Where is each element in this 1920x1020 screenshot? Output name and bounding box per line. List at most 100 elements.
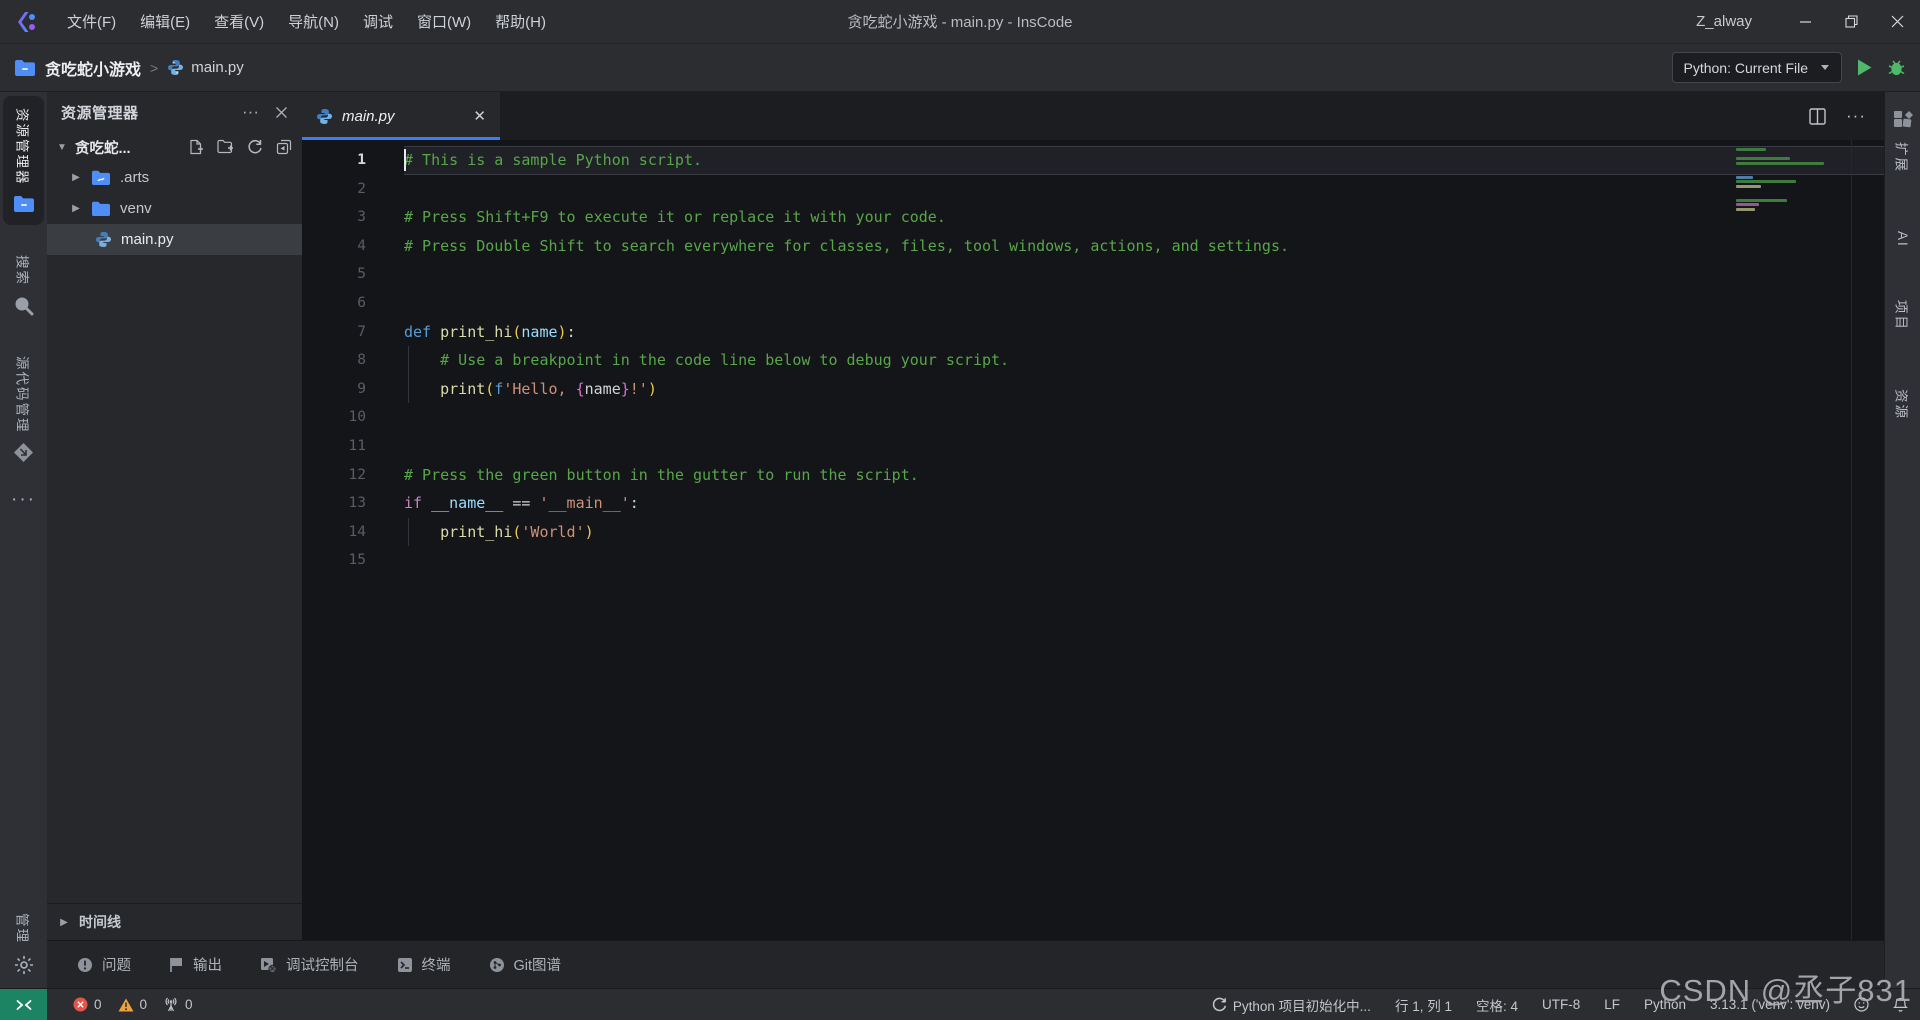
ports-status[interactable]: 0 (163, 997, 193, 1012)
code-text: def print_hi(name): (404, 322, 576, 341)
run-button[interactable] (1856, 58, 1873, 77)
code-line[interactable]: 9 print(f'Hello, {name}!') (302, 374, 1884, 404)
background-task-status[interactable]: Python 项目初始化中... (1212, 995, 1371, 1015)
code-lines: 1 # This is a sample Python script. 2 3 # Pr… (302, 146, 1884, 575)
problems-icon (77, 957, 93, 973)
panel-tab-problems[interactable]: 问题 (77, 954, 131, 975)
code-line[interactable]: 1 # This is a sample Python script. (302, 146, 1884, 175)
run-configuration-dropdown[interactable]: Python: Current File (1671, 52, 1842, 83)
minimize-button[interactable] (1782, 0, 1828, 43)
sidebar-more-icon[interactable]: ··· (242, 102, 259, 122)
feedback-icon[interactable] (1854, 997, 1869, 1012)
code-line[interactable]: 12 # Press the green button in the gutter… (302, 461, 1884, 490)
activity-more-button[interactable]: ··· (11, 489, 36, 511)
activity-explorer[interactable]: 资源管理器 (3, 96, 44, 225)
close-button[interactable] (1874, 0, 1920, 43)
rightbar-project[interactable]: 项目 (1893, 300, 1913, 331)
code-line[interactable]: 11 (302, 432, 1884, 461)
code-line[interactable]: 8 # Use a breakpoint in the code line be… (302, 346, 1884, 375)
maximize-button[interactable] (1828, 0, 1874, 43)
tree-item-venv[interactable]: ▶ venv (47, 193, 302, 224)
minimap[interactable] (1736, 148, 1848, 217)
new-file-icon[interactable] (188, 139, 204, 155)
chevron-collapsed-icon: ▶ (72, 203, 80, 214)
activity-search[interactable]: 搜索 (3, 243, 44, 328)
project-root-row[interactable]: ▼ 贪吃蛇... (47, 132, 302, 162)
cursor-position-status[interactable]: 行 1, 列 1 (1395, 995, 1452, 1015)
split-editor-icon[interactable] (1809, 107, 1826, 125)
line-number: 5 (357, 266, 366, 283)
remote-indicator[interactable] (0, 989, 47, 1020)
panel-tab-git-graph[interactable]: Git图谱 (489, 954, 561, 975)
line-number: 2 (357, 180, 366, 197)
debug-button[interactable] (1887, 58, 1906, 77)
menu-item[interactable]: 文件(F) (56, 6, 127, 37)
code-text: if __name__ == '__main__': (404, 494, 639, 513)
line-number: 10 (348, 409, 366, 426)
tree-item-main-py[interactable]: main.py (47, 224, 302, 255)
chevron-collapsed-icon: ▶ (60, 916, 68, 928)
code-line[interactable]: 6 (302, 289, 1884, 318)
menu-bar: 文件(F) 编辑(E) 查看(V) 导航(N) 调试 窗口(W) 帮助(H) (56, 6, 557, 37)
indentation-status[interactable]: 空格: 4 (1476, 995, 1518, 1015)
activity-source-control[interactable]: 源代码管理 (3, 344, 44, 476)
panel-tab-output[interactable]: 输出 (169, 954, 222, 975)
panel-tab-debug-console[interactable]: 调试控制台 (260, 954, 359, 975)
menu-item[interactable]: 查看(V) (203, 6, 275, 37)
eol-status[interactable]: LF (1604, 997, 1620, 1012)
bell-icon[interactable] (1893, 997, 1908, 1013)
breadcrumb-separator: > (150, 59, 159, 76)
menu-item[interactable]: 窗口(W) (406, 6, 482, 37)
interpreter-status[interactable]: 3.13.1 ('venv': venv) (1710, 997, 1830, 1012)
refresh-icon[interactable] (247, 139, 263, 155)
rightbar-resources[interactable]: 资源 (1893, 389, 1913, 420)
user-account[interactable]: Z_alway (1696, 13, 1752, 30)
line-number: 12 (348, 466, 366, 483)
explorer-sidebar: 资源管理器 ··· ▼ 贪吃蛇... ▶ .arts ▶ venv main.p… (47, 92, 302, 940)
menu-item[interactable]: 调试 (352, 6, 404, 37)
tab-close-icon[interactable]: ✕ (473, 107, 486, 125)
code-line[interactable]: 2 (302, 175, 1884, 204)
collapse-all-icon[interactable] (276, 139, 292, 155)
code-line[interactable]: 7 def print_hi(name): (302, 318, 1884, 347)
code-editor[interactable]: 1 # This is a sample Python script. 2 3 # Pr… (302, 140, 1884, 940)
menu-item[interactable]: 帮助(H) (484, 6, 557, 37)
errors-status[interactable]: 0 (73, 997, 102, 1012)
code-line[interactable]: 3 # Press Shift+F9 to execute it or repla… (302, 203, 1884, 232)
code-line[interactable]: 4 # Press Double Shift to search everywhe… (302, 232, 1884, 261)
new-folder-icon[interactable] (217, 139, 234, 155)
encoding-status[interactable]: UTF-8 (1542, 997, 1580, 1012)
code-line[interactable]: 10 (302, 403, 1884, 432)
app-logo-icon (12, 9, 42, 35)
breadcrumb-project[interactable]: 贪吃蛇小游戏 (45, 56, 141, 80)
rightbar-extensions[interactable]: 扩展 (1893, 142, 1913, 173)
ide-window: 文件(F) 编辑(E) 查看(V) 导航(N) 调试 窗口(W) 帮助(H) 贪吃蛇小游戏 … (0, 0, 1920, 1020)
warning-icon (118, 998, 134, 1012)
gear-icon[interactable] (13, 954, 35, 976)
activity-bar: 资源管理器 搜索 源代码管理 ··· 管理 (0, 92, 47, 988)
rightbar-ai[interactable]: AI (1895, 231, 1910, 248)
menu-item[interactable]: 导航(N) (277, 6, 350, 37)
warnings-status[interactable]: 0 (118, 997, 147, 1012)
tab-main-py[interactable]: main.py ✕ (302, 92, 500, 140)
git-graph-icon (489, 957, 505, 973)
breadcrumb-file[interactable]: main.py (167, 59, 244, 76)
line-number: 3 (357, 209, 366, 226)
code-line[interactable]: 14 print_hi('World') (302, 517, 1884, 547)
code-line[interactable]: 13 if __name__ == '__main__': (302, 489, 1884, 518)
panel-tab-terminal[interactable]: 终端 (397, 954, 451, 975)
timeline-section[interactable]: ▶ 时间线 (47, 903, 302, 940)
panel-bar: 问题 输出 调试控制台 终端 Git图谱 (47, 940, 1884, 988)
menu-item[interactable]: 编辑(E) (129, 6, 201, 37)
sidebar-close-icon[interactable] (275, 106, 288, 119)
language-status[interactable]: Python (1644, 997, 1686, 1012)
code-line[interactable]: 5 (302, 260, 1884, 289)
editor-more-icon[interactable]: ··· (1846, 106, 1866, 126)
tree-item-arts[interactable]: ▶ .arts (47, 162, 302, 193)
code-line[interactable]: 15 (302, 546, 1884, 575)
extensions-icon[interactable] (1892, 110, 1914, 132)
line-number: 6 (357, 294, 366, 311)
